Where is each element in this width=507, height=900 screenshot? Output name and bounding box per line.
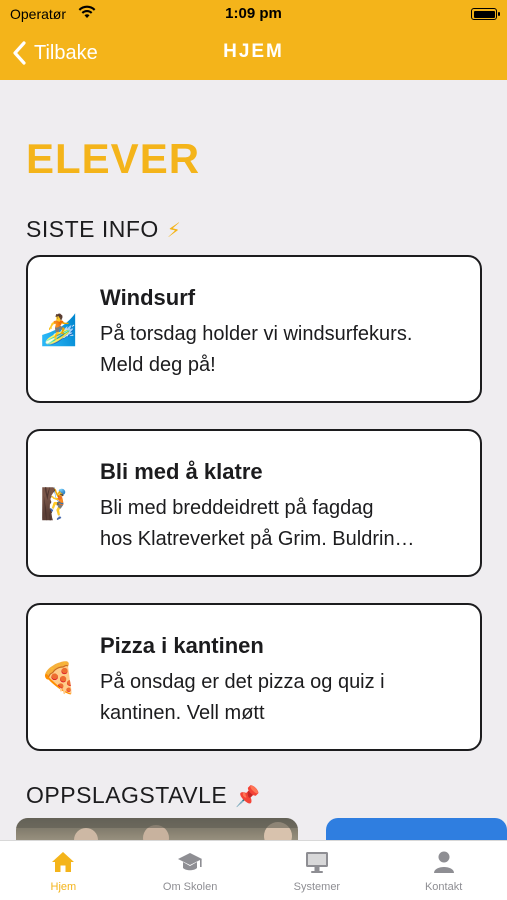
card-body-line: På torsdag holder vi windsurfekurs. [100, 323, 413, 345]
home-icon [52, 852, 75, 872]
latest-info-heading: SISTE INFO ⚡ [26, 216, 181, 243]
graduation-cap-icon [178, 853, 203, 871]
card-title: Bli med å klatre [100, 459, 263, 484]
pizza-icon: 🍕 [40, 661, 78, 695]
card-title: Windsurf [100, 285, 196, 310]
card-body-line: På onsdag er det pizza og quiz i [100, 671, 385, 693]
tab-home[interactable]: Hjem [0, 841, 127, 900]
home-content[interactable]: ELEVER SISTE INFO ⚡ 🏄 Windsurf På torsdag… [0, 80, 507, 840]
card-body-line: Bli med breddeidrett på fagdag [100, 497, 374, 519]
info-card-windsurf[interactable]: 🏄 Windsurf På torsdag holder vi windsurf… [26, 255, 482, 403]
tab-label: Kontakt [424, 881, 463, 893]
board-card-photo[interactable] [16, 818, 298, 840]
status-bar: Operatør 1:09 pm [0, 0, 507, 28]
card-body: På torsdag holder vi windsurfekurs. Meld… [100, 319, 470, 381]
board-label: OPPSLAGSTAVLE [26, 782, 228, 808]
tab-label: Om Skolen [162, 881, 218, 893]
card-body-line: kantinen. Vell møtt [100, 702, 265, 724]
tab-label: Systemer [293, 881, 341, 893]
climber-icon: 🧗 [40, 487, 78, 521]
tab-systems[interactable]: Systemer [254, 841, 381, 900]
tab-bar: Hjem Om Skolen Systemer Kontakt [0, 840, 507, 900]
tab-label: Hjem [50, 881, 77, 893]
info-card-pizza[interactable]: 🍕 Pizza i kantinen På onsdag er det pizz… [26, 603, 482, 751]
person-icon [433, 851, 454, 873]
latest-info-label: SISTE INFO [26, 216, 159, 242]
top-bar: Operatør 1:09 pm Tilbake HJEM [0, 0, 507, 80]
tab-about-school[interactable]: Om Skolen [127, 841, 254, 900]
info-card-climbing[interactable]: 🧗 Bli med å klatre Bli med breddeidrett … [26, 429, 482, 577]
tab-contact[interactable]: Kontakt [380, 841, 507, 900]
lightning-icon: ⚡ [166, 220, 182, 242]
card-body: På onsdag er det pizza og quiz i kantine… [100, 667, 470, 729]
monitor-icon [305, 852, 328, 873]
card-body: Bli med breddeidrett på fagdag hos Klatr… [100, 493, 470, 555]
nav-title: HJEM [223, 41, 284, 62]
board-card-blue[interactable] [326, 818, 507, 840]
board-heading: OPPSLAGSTAVLE 📌 [26, 782, 261, 809]
page-title: ELEVER [26, 135, 201, 182]
card-title: Pizza i kantinen [100, 633, 264, 658]
status-time: 1:09 pm [225, 5, 282, 22]
card-body-line: hos Klatreverket på Grim. Buldrin… [100, 528, 415, 550]
surfer-icon: 🏄 [40, 313, 78, 347]
pushpin-icon: 📌 [235, 786, 261, 808]
battery-icon [471, 8, 500, 20]
photo-people-image [16, 818, 298, 840]
card-body-line: Meld deg på! [100, 354, 216, 376]
